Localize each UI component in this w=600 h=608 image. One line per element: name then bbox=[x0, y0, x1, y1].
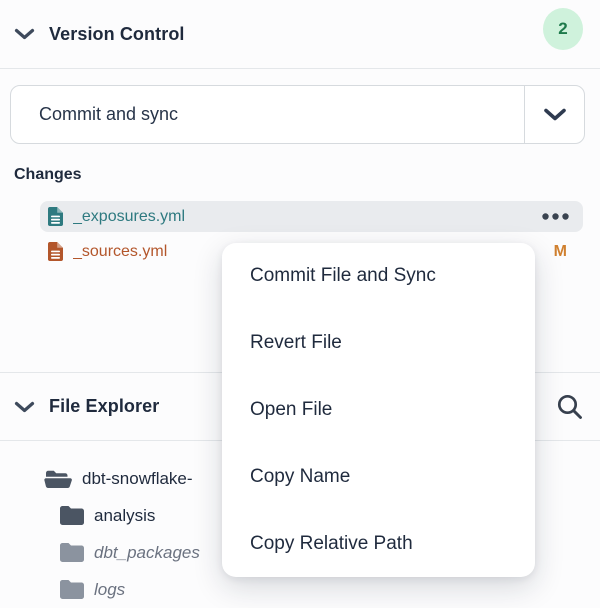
file-explorer-title: File Explorer bbox=[49, 396, 159, 417]
chevron-down-icon[interactable] bbox=[14, 28, 35, 40]
commit-dropdown-label: Commit and sync bbox=[39, 104, 178, 125]
commit-dropdown: Commit and sync bbox=[10, 85, 585, 144]
changes-section-label: Changes bbox=[14, 166, 82, 184]
folder-icon bbox=[60, 506, 84, 525]
modified-status-badge: M bbox=[554, 243, 567, 261]
tree-item-label: dbt_packages bbox=[94, 543, 200, 563]
changed-file-row-exposures[interactable]: _exposures.yml bbox=[40, 201, 583, 232]
folder-icon bbox=[60, 543, 84, 562]
commit-dropdown-caret[interactable] bbox=[524, 86, 584, 143]
yml-file-icon bbox=[48, 207, 63, 226]
search-icon[interactable] bbox=[554, 392, 584, 422]
menu-item-copy-name[interactable]: Copy Name bbox=[222, 443, 535, 510]
chevron-down-icon[interactable] bbox=[14, 401, 35, 413]
header-divider bbox=[0, 68, 600, 69]
menu-item-open-file[interactable]: Open File bbox=[222, 377, 535, 444]
menu-item-revert-file[interactable]: Revert File bbox=[222, 310, 535, 377]
chevron-down-icon bbox=[543, 108, 567, 121]
tree-item-label: logs bbox=[94, 580, 125, 600]
changed-file-name: _exposures.yml bbox=[73, 208, 540, 226]
version-control-header[interactable]: Version Control 2 bbox=[0, 0, 600, 68]
version-control-panel: Version Control 2 Commit and sync Change… bbox=[0, 0, 600, 588]
yml-file-icon bbox=[48, 242, 63, 261]
menu-item-commit-file-and-sync[interactable]: Commit File and Sync bbox=[222, 243, 535, 310]
folder-open-icon bbox=[44, 468, 72, 489]
tree-item-label: dbt-snowflake- bbox=[82, 469, 193, 489]
menu-item-copy-relative-path[interactable]: Copy Relative Path bbox=[222, 510, 535, 577]
commit-and-sync-button[interactable]: Commit and sync bbox=[11, 86, 524, 143]
file-context-menu: Commit File and Sync Revert File Open Fi… bbox=[222, 243, 535, 577]
folder-icon bbox=[60, 580, 84, 599]
version-control-title: Version Control bbox=[49, 24, 185, 45]
changes-count-badge: 2 bbox=[543, 8, 583, 50]
tree-item-label: analysis bbox=[94, 506, 155, 526]
file-actions-ellipsis-icon[interactable] bbox=[540, 209, 571, 224]
